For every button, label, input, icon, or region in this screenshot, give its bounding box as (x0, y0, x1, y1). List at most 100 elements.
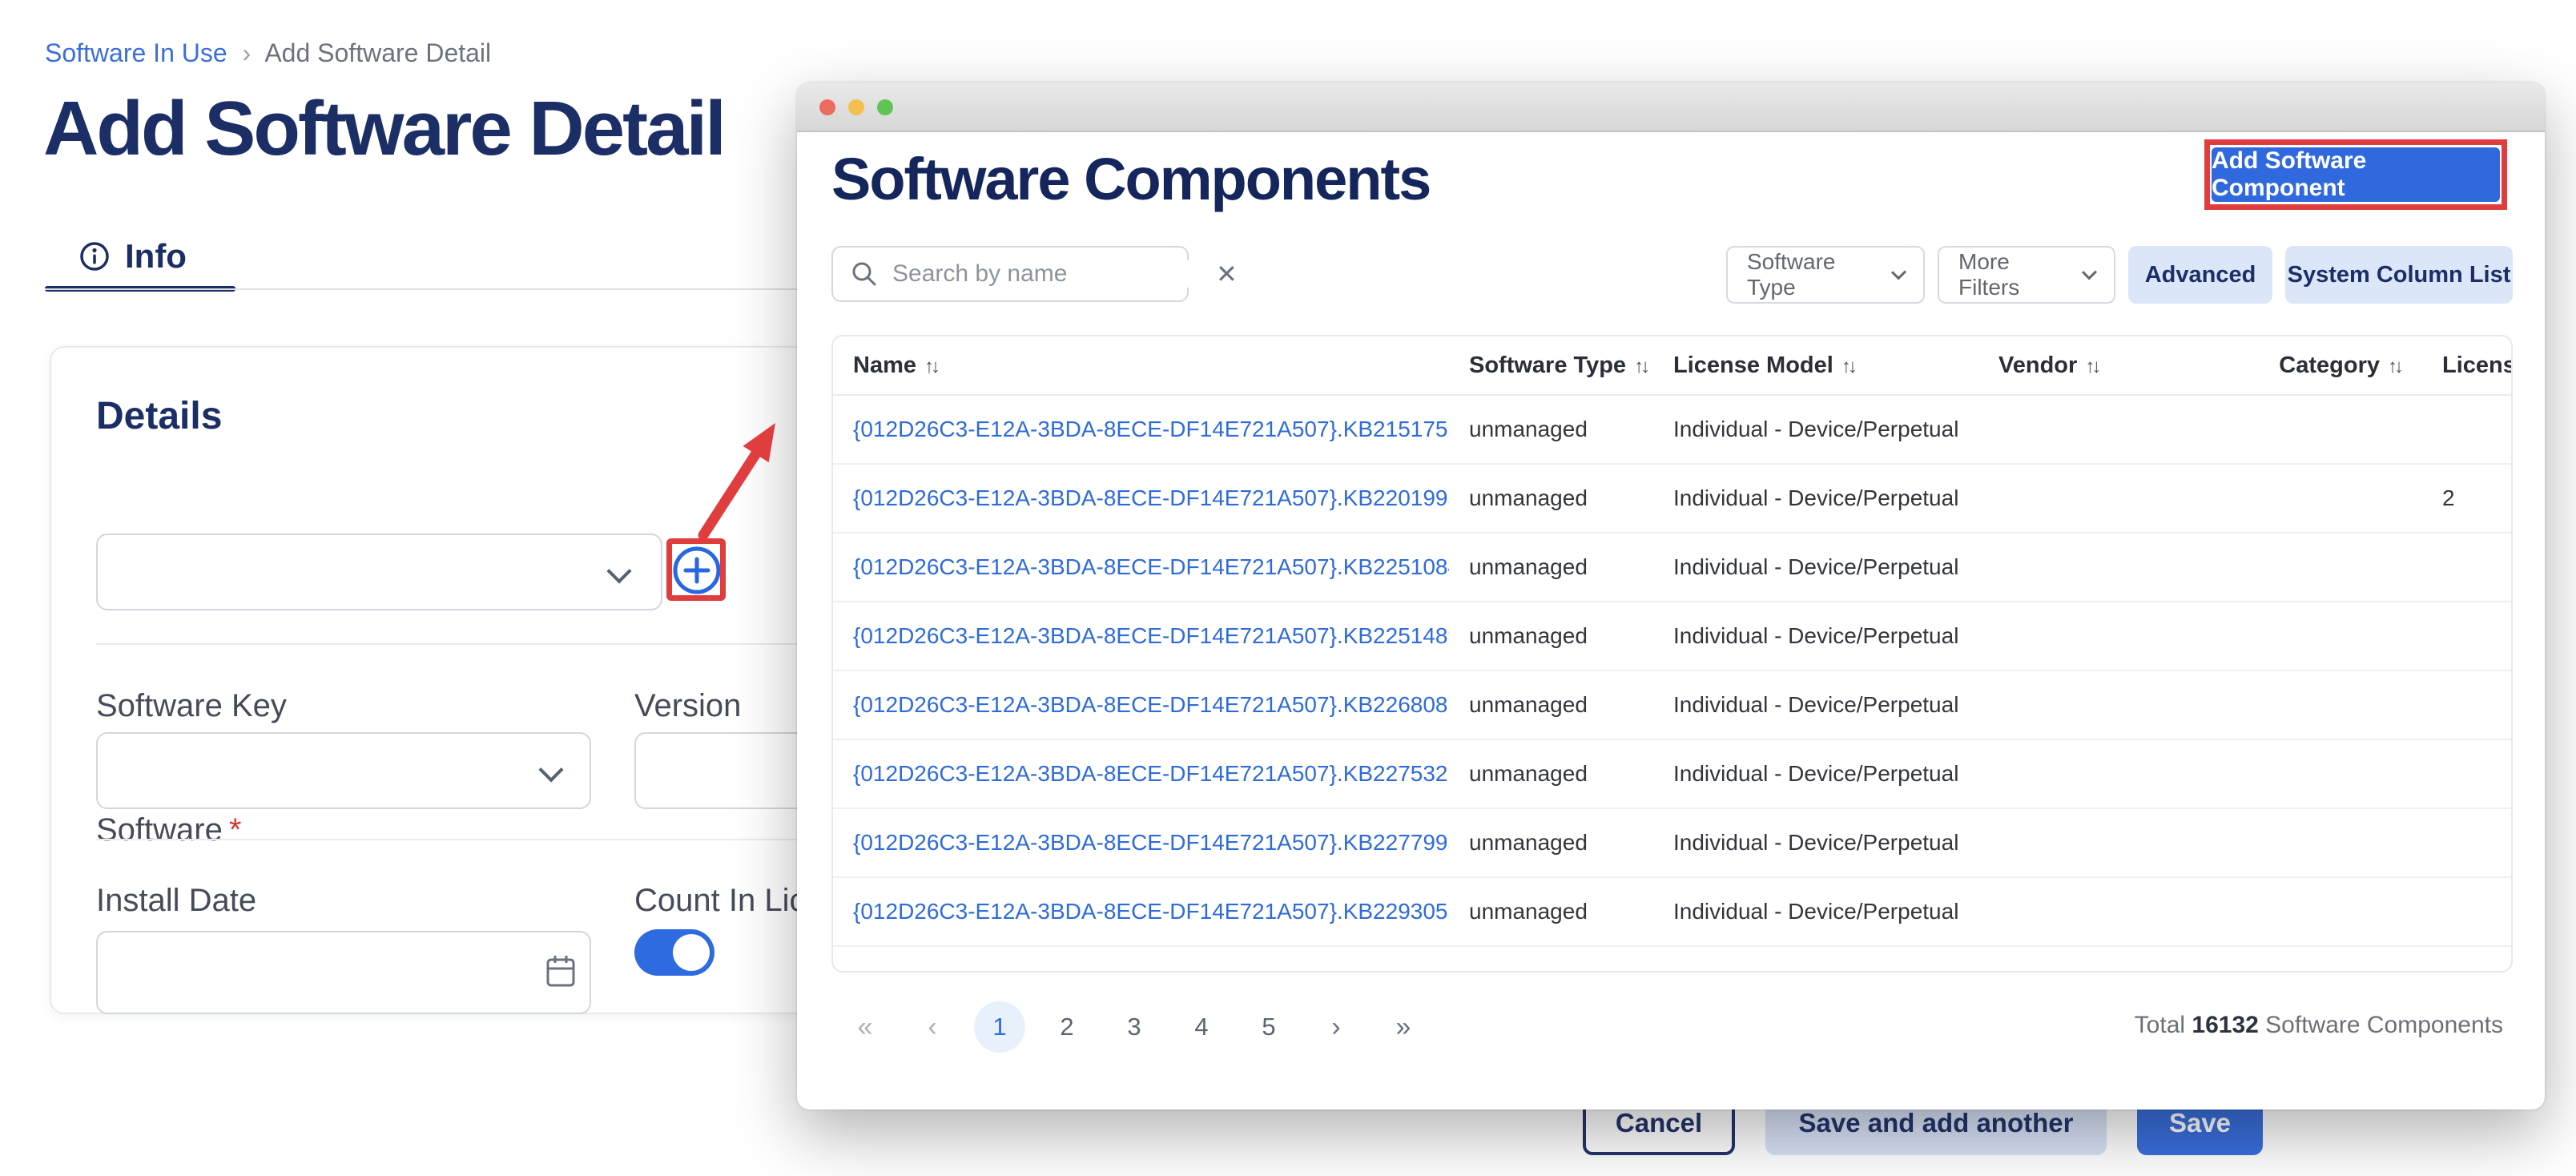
modal-title: Software Components (831, 145, 1430, 213)
breadcrumb-separator: › (243, 38, 252, 67)
install-date-input[interactable] (96, 931, 591, 1014)
table-cell: unmanaged (1449, 623, 1653, 649)
count-in-license-toggle[interactable] (634, 929, 714, 976)
page-title: Add Software Detail (43, 85, 724, 173)
software-select[interactable] (96, 534, 662, 610)
sort-icon[interactable]: ↑↓ (1841, 356, 1854, 377)
breadcrumb-current: Add Software Detail (264, 38, 491, 67)
calendar-icon[interactable] (545, 953, 577, 989)
software-type-filter-dropdown[interactable]: Software Type (1726, 246, 1925, 304)
column-header-licens: Licens (2409, 352, 2511, 379)
table-cell: 2 (2409, 485, 2511, 511)
tab-info-label: Info (125, 237, 187, 276)
total-count-text: Total 16132 Software Components (2135, 1012, 2503, 1039)
components-table-body: {012D26C3-E12A-3BDA-8ECE-DF14E721A507}.K… (833, 396, 2511, 947)
sort-icon[interactable]: ↑↓ (1634, 356, 1647, 377)
install-date-label: Install Date (96, 883, 256, 919)
software-key-label: Software Key (96, 688, 287, 724)
close-window-icon[interactable] (819, 99, 835, 115)
component-name-link[interactable]: {012D26C3-E12A-3BDA-8ECE-DF14E721A507}.K… (833, 899, 1449, 924)
component-name-link[interactable]: {012D26C3-E12A-3BDA-8ECE-DF14E721A507}.K… (833, 485, 1449, 511)
components-table-header: Name↑↓Software Type↑↓License Model↑↓Vend… (833, 336, 2511, 396)
column-header-vendor[interactable]: Vendor↑↓ (1978, 352, 2243, 379)
count-in-license-label: Count In Lic (634, 883, 805, 919)
pagination-prev-button[interactable]: ‹ (899, 1001, 966, 1053)
table-cell: Individual - Device/Perpetual (1653, 554, 1978, 580)
breadcrumb-link-software-in-use[interactable]: Software In Use (45, 38, 227, 67)
sort-icon[interactable]: ↑↓ (924, 356, 937, 377)
components-table: Name↑↓Software Type↑↓License Model↑↓Vend… (831, 335, 2513, 973)
table-cell: Individual - Device/Perpetual (1653, 899, 1978, 924)
table-cell: Individual - Device/Perpetual (1653, 623, 1978, 649)
search-icon (851, 260, 878, 288)
modal-titlebar (797, 83, 2545, 132)
details-section-title: Details (96, 394, 222, 438)
pagination-page-5[interactable]: 5 (1235, 1001, 1302, 1053)
table-cell: unmanaged (1449, 554, 1653, 580)
table-cell: Individual - Device/Perpetual (1653, 830, 1978, 856)
system-column-list-button[interactable]: System Column List (2285, 246, 2513, 304)
zoom-window-icon[interactable] (877, 99, 893, 115)
chevron-down-icon (2082, 264, 2097, 280)
software-key-select[interactable] (96, 732, 591, 809)
table-cell: Individual - Device/Perpetual (1653, 485, 1978, 511)
chevron-down-icon (1891, 264, 1906, 280)
column-header-software-type[interactable]: Software Type↑↓ (1449, 352, 1653, 379)
component-name-link[interactable]: {012D26C3-E12A-3BDA-8ECE-DF14E721A507}.K… (833, 623, 1449, 649)
required-asterisk: * (229, 812, 242, 848)
table-row: {012D26C3-E12A-3BDA-8ECE-DF14E721A507}.K… (833, 671, 2511, 740)
table-row: {012D26C3-E12A-3BDA-8ECE-DF14E721A507}.K… (833, 396, 2511, 465)
pagination-page-2[interactable]: 2 (1033, 1001, 1101, 1053)
breadcrumb: Software In Use › Add Software Detail (45, 38, 491, 68)
table-cell: unmanaged (1449, 899, 1653, 924)
advanced-button[interactable]: Advanced (2128, 246, 2272, 304)
pagination-next-button[interactable]: › (1302, 1001, 1370, 1053)
pagination-page-1[interactable]: 1 (966, 1001, 1033, 1053)
table-cell: unmanaged (1449, 830, 1653, 856)
version-label: Version (634, 688, 741, 724)
table-cell: unmanaged (1449, 761, 1653, 787)
table-cell: unmanaged (1449, 417, 1653, 442)
component-name-link[interactable]: {012D26C3-E12A-3BDA-8ECE-DF14E721A507}.K… (833, 692, 1449, 718)
sort-icon[interactable]: ↑↓ (2388, 356, 2401, 377)
table-row: {012D26C3-E12A-3BDA-8ECE-DF14E721A507}.K… (833, 809, 2511, 878)
search-box[interactable]: ✕ (831, 246, 1189, 302)
chevron-down-icon (606, 558, 631, 583)
pagination-last-button[interactable]: » (1370, 1001, 1437, 1053)
tab-info[interactable]: Info (78, 237, 187, 276)
software-label: Software* (96, 812, 241, 848)
component-name-link[interactable]: {012D26C3-E12A-3BDA-8ECE-DF14E721A507}.K… (833, 417, 1449, 442)
pagination-page-4[interactable]: 4 (1168, 1001, 1235, 1053)
column-header-name[interactable]: Name↑↓ (833, 352, 1449, 379)
clear-search-icon[interactable]: ✕ (1216, 259, 1238, 289)
table-cell: unmanaged (1449, 692, 1653, 718)
column-header-category[interactable]: Category↑↓ (2243, 352, 2409, 379)
minimize-window-icon[interactable] (848, 99, 864, 115)
table-row: {012D26C3-E12A-3BDA-8ECE-DF14E721A507}.K… (833, 602, 2511, 671)
toggle-knob (673, 934, 710, 971)
screen: Software In Use › Add Software Detail Ad… (0, 0, 2576, 1176)
chevron-down-icon (538, 757, 563, 782)
info-icon (78, 240, 111, 272)
pagination-pages: 12345 (966, 1001, 1302, 1053)
component-name-link[interactable]: {012D26C3-E12A-3BDA-8ECE-DF14E721A507}.K… (833, 761, 1449, 787)
table-cell: unmanaged (1449, 485, 1653, 511)
search-input[interactable] (892, 260, 1201, 288)
sort-icon[interactable]: ↑↓ (2085, 356, 2098, 377)
pagination-page-3[interactable]: 3 (1101, 1001, 1168, 1053)
component-name-link[interactable]: {012D26C3-E12A-3BDA-8ECE-DF14E721A507}.K… (833, 830, 1449, 856)
table-row: {012D26C3-E12A-3BDA-8ECE-DF14E721A507}.K… (833, 878, 2511, 947)
add-software-component-button[interactable]: Add Software Component (2212, 147, 2500, 202)
software-components-modal: Software Components Add Software Compone… (797, 83, 2545, 1110)
more-filters-dropdown[interactable]: More Filters (1938, 246, 2115, 304)
table-row: {012D26C3-E12A-3BDA-8ECE-DF14E721A507}.K… (833, 465, 2511, 534)
table-cell: Individual - Device/Perpetual (1653, 417, 1978, 442)
component-name-link[interactable]: {012D26C3-E12A-3BDA-8ECE-DF14E721A507}.K… (833, 554, 1449, 580)
table-row: {012D26C3-E12A-3BDA-8ECE-DF14E721A507}.K… (833, 534, 2511, 602)
table-cell: Individual - Device/Perpetual (1653, 761, 1978, 787)
annotation-highlight-box-plus (666, 538, 726, 601)
pagination-first-button[interactable]: « (831, 1001, 899, 1053)
column-header-license-model[interactable]: License Model↑↓ (1653, 352, 1978, 379)
table-row: {012D26C3-E12A-3BDA-8ECE-DF14E721A507}.K… (833, 740, 2511, 809)
total-count-number: 16132 (2192, 1012, 2258, 1038)
